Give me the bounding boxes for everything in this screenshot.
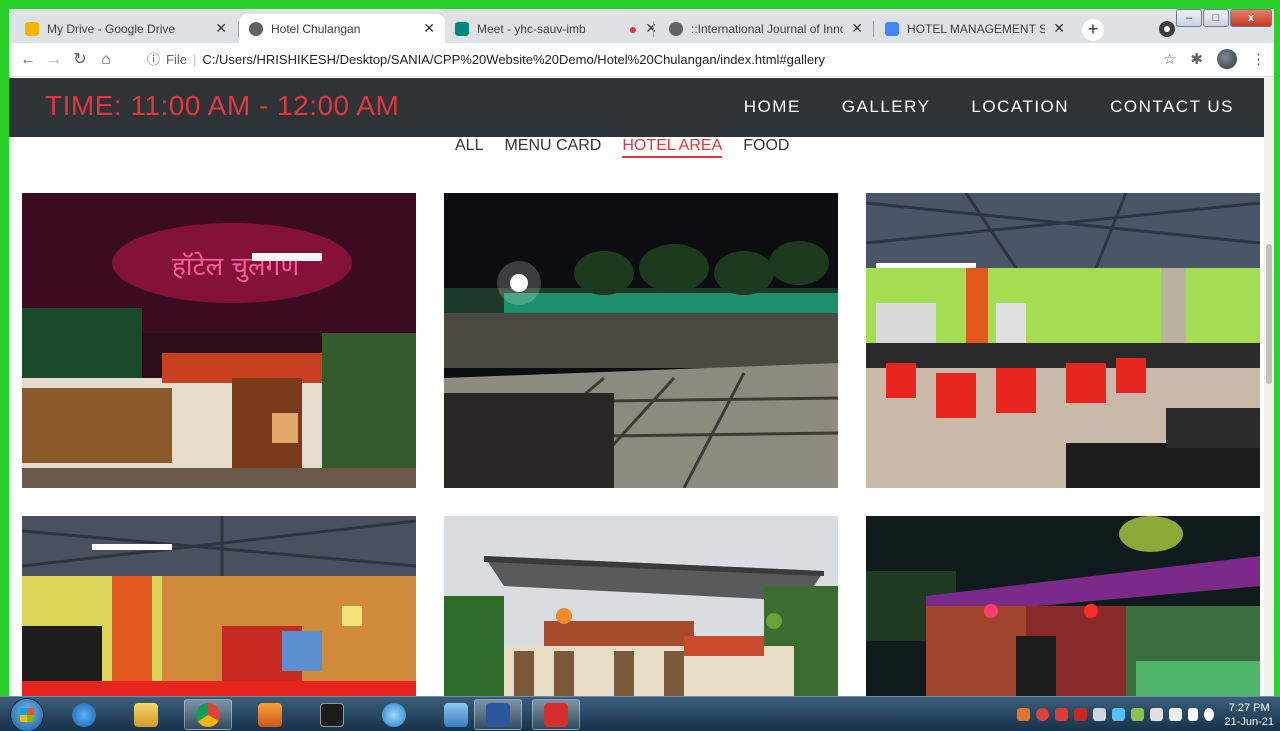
url-divider: | [192,52,197,67]
close-icon[interactable]: ✕ [1053,20,1065,37]
tab-google-meet[interactable]: Meet - yhc-sauv-imb ● ✕ [445,14,667,43]
back-arrow-icon[interactable]: ← [17,49,39,71]
chrome-tray-icon[interactable] [1036,708,1050,721]
browser-toolbar: ← → ↻ ⌂ ⓘ File | C:/Users/HRISHIKESH/Des… [9,43,1274,77]
dining-hall-photo[interactable] [866,193,1260,488]
gallery-filters: ALL MENU CARD HOTEL AREA FOOD [455,137,810,158]
command-prompt-icon[interactable] [308,699,356,730]
close-icon[interactable]: ✕ [645,20,657,37]
volume-icon[interactable] [1204,708,1215,721]
tab-international-journal[interactable]: ::International Journal of Innov ✕ [659,14,873,43]
clock-date: 21-Jun-21 [1224,715,1274,728]
close-icon[interactable]: ✕ [851,20,863,37]
tab-divider [873,21,874,37]
globe-icon [669,21,683,36]
tab-strip: My Drive - Google Drive ✕ Hotel Chulanga… [9,9,1274,43]
nav-contact-us[interactable]: CONTACT US [1110,97,1234,117]
tray-app-icon[interactable] [1131,708,1145,721]
tab-title: ::International Journal of Innov [691,21,844,36]
close-window-button[interactable]: x [1230,9,1272,27]
internet-explorer-icon[interactable] [60,699,108,730]
recording-icon: ● [628,20,638,37]
filter-menu-card[interactable]: MENU CARD [504,137,601,158]
tab-divider [653,21,654,37]
dining-hall-interior-photo[interactable] [22,516,416,696]
system-clock[interactable]: 7:27 PM 21-Jun-21 [1224,701,1274,729]
avatar[interactable] [1217,49,1237,69]
tab-google-drive[interactable]: My Drive - Google Drive ✕ [15,14,237,43]
extension-area: ☆ ✱ ⋮ [1149,49,1266,69]
network-icon[interactable] [432,699,480,730]
tab-title: HOTEL MANAGEMENT SYSTEI [907,21,1046,36]
tab-hotel-chulangan[interactable]: Hotel Chulangan ✕ [239,14,445,43]
google-sites-icon [885,21,899,36]
extensions-puzzle-icon[interactable]: ✱ [1190,50,1203,68]
scrollbar-thumb[interactable] [1266,244,1272,384]
system-tray: 7:27 PM 21-Jun-21 [1011,697,1274,731]
reload-icon[interactable]: ↻ [69,49,91,71]
opening-hours: TIME: 11:00 AM - 12:00 AM [45,90,400,121]
clock-time: 7:27 PM [1228,701,1270,714]
maximize-button[interactable]: □ [1203,9,1229,27]
garden-night-photo[interactable] [444,193,838,488]
profile-icon[interactable] [1159,21,1175,37]
menu-dots-icon[interactable]: ⋮ [1251,50,1266,68]
media-player-icon[interactable] [246,699,294,730]
url-text: C:/Users/HRISHIKESH/Desktop/SANIA/CPP%20… [202,52,825,67]
browser-window: My Drive - Google Drive ✕ Hotel Chulanga… [9,9,1274,696]
acrobat-icon[interactable] [532,699,580,730]
windows-taskbar: 7:27 PM 21-Jun-21 [0,696,1280,731]
close-icon[interactable]: ✕ [215,20,227,37]
globe-icon [249,21,263,36]
bookmark-star-icon[interactable]: ☆ [1163,50,1176,68]
entrance-neon-sign-photo[interactable]: हॉटेल चुलंगण [22,193,416,488]
word-icon[interactable] [474,699,522,730]
nav-gallery[interactable]: GALLERY [842,97,931,117]
shed-exterior-photo[interactable] [444,516,838,696]
filter-food[interactable]: FOOD [743,137,789,158]
tab-title: My Drive - Google Drive [47,21,176,36]
file-explorer-icon[interactable] [122,699,170,730]
action-center-flag-icon[interactable] [1150,708,1164,721]
filter-all[interactable]: ALL [455,137,483,158]
tray-app-icon[interactable] [1055,708,1069,721]
address-bar[interactable]: ⓘ File | C:/Users/HRISHIKESH/Desktop/SAN… [147,48,1157,72]
home-icon[interactable]: ⌂ [95,49,117,71]
tray-app-icon[interactable] [1112,708,1126,721]
page-scrollbar[interactable] [1264,78,1274,696]
info-icon[interactable]: ⓘ [147,48,160,72]
new-tab-button[interactable]: + [1082,19,1104,41]
nav-location[interactable]: LOCATION [971,97,1069,117]
tab-hotel-management[interactable]: HOTEL MANAGEMENT SYSTEI ✕ [875,14,1075,43]
minimize-button[interactable]: – [1176,9,1202,27]
site-header: TIME: 11:00 AM - 12:00 AM HOME GALLERY L… [9,78,1274,137]
forward-arrow-icon[interactable]: → [43,49,65,71]
google-drive-icon [25,21,39,36]
tray-app-icon[interactable] [1093,708,1107,721]
tray-app-icon[interactable] [1074,708,1088,721]
url-scheme: File [166,52,187,67]
start-button[interactable] [10,698,44,731]
battery-icon[interactable] [1169,708,1183,721]
main-nav: HOME GALLERY LOCATION CONTACT US [703,97,1234,117]
nav-home[interactable]: HOME [744,97,801,117]
tab-title: Meet - yhc-sauv-imb [477,21,586,36]
close-icon[interactable]: ✕ [423,20,435,37]
tray-app-icon[interactable] [1017,708,1031,721]
colorful-wall-night-photo[interactable] [866,516,1260,696]
filter-hotel-area[interactable]: HOTEL AREA [622,137,723,158]
google-meet-icon [455,21,469,36]
skype-icon[interactable] [370,699,418,730]
chrome-icon[interactable] [184,699,232,730]
window-controls: – □ x [1175,9,1272,27]
signal-icon[interactable] [1188,708,1199,721]
tab-title: Hotel Chulangan [271,21,361,36]
